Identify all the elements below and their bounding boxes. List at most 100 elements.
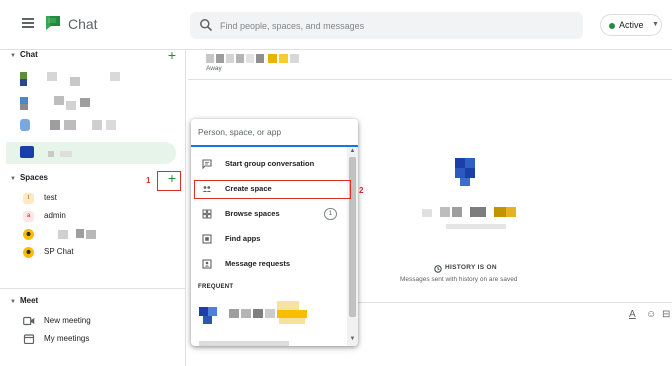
top-bar: Chat Active ▼ [0,0,672,50]
redacted-name [265,309,275,318]
history-status-label: HISTORY IS ON [445,264,497,271]
avatar [465,158,475,168]
browse-spaces-icon [202,209,212,219]
search-icon [200,19,213,32]
my-meetings-item[interactable]: My meetings [20,331,170,348]
space-item-redacted[interactable]: ☻ [20,226,170,243]
find-apps-label: Find apps [225,234,261,243]
space-item-admin[interactable]: a admin [20,208,170,225]
dm-item[interactable] [10,68,178,90]
redacted-name [279,318,305,324]
redacted-name [506,207,516,217]
history-status-description: Messages sent with history on are saved [400,276,518,283]
redacted-name [440,207,450,217]
frequent-section-label: FREQUENT [198,284,234,290]
redacted-name [246,54,254,63]
browse-spaces-label: Browse spaces [225,209,280,218]
gif-icon[interactable]: ⊟ [662,309,670,320]
emoji-icon[interactable]: ☺ [646,309,656,320]
sidebar: ▼ Chat + ▼ Spaces + t test a admin ☻ ☻ S… [0,48,185,366]
avatar [455,168,465,178]
app-title: Chat [68,16,98,32]
avatar [208,307,217,316]
meet-section-label: Meet [19,296,39,305]
redacted-name [86,230,96,239]
group-chat-icon [202,159,212,169]
main-menu-icon[interactable] [22,18,34,28]
avatar [20,119,30,131]
my-meetings-label: My meetings [44,334,90,343]
message-requests-item[interactable]: Message requests [191,253,347,275]
redacted-name [256,54,264,63]
space-name: test [44,193,57,202]
conversation-header: Away [188,50,672,80]
redacted-name [64,120,76,130]
popup-search-input[interactable] [191,119,358,147]
annotation-number-2: 2 [359,186,364,195]
redacted-name [80,98,90,107]
annotation-box-create-space [194,180,351,199]
start-chat-button[interactable]: + [165,48,179,63]
new-meeting-item[interactable]: New meeting [20,313,170,330]
history-icon [434,265,442,273]
meet-section-header[interactable]: ▼ Meet [10,296,38,310]
dm-item-selected[interactable] [6,142,176,164]
chat-section-header[interactable]: ▼ Chat [10,50,38,64]
scroll-up-icon[interactable]: ▲ [348,148,357,157]
redacted-name [206,54,214,63]
search-input[interactable] [220,16,570,35]
redacted-name [277,310,307,318]
redacted-name [58,230,68,239]
emoji-icon: ☻ [23,229,34,240]
emoji-icon: ☻ [23,247,34,258]
redacted-name [452,207,462,217]
redacted-name [241,309,251,318]
dm-item[interactable] [10,92,178,114]
redacted-name [279,54,288,63]
redacted-name [92,120,102,130]
redacted-name [229,309,239,318]
caret-down-icon: ▼ [10,299,16,305]
start-group-conversation-item[interactable]: Start group conversation [191,153,347,175]
scroll-down-icon[interactable]: ▼ [348,336,357,345]
avatar [20,79,27,86]
redacted-name [277,301,299,310]
avatar [20,72,27,79]
find-apps-item[interactable]: Find apps [191,228,347,250]
redacted-name [422,209,432,217]
redacted-name [48,151,54,157]
redacted-name [494,207,506,217]
search-bar[interactable] [190,12,583,39]
apps-icon [202,234,212,244]
redacted-name [268,54,277,63]
avatar [465,168,475,178]
away-status: Away [206,65,222,72]
status-label: Active [619,20,644,30]
format-text-icon[interactable]: A [629,309,636,320]
frequent-contact-item[interactable] [191,299,347,327]
avatar [455,158,465,168]
caret-down-icon: ▼ [10,176,16,182]
annotation-box-add-space [157,171,181,191]
redacted-text [199,341,289,346]
browse-spaces-item[interactable]: Browse spaces 1 [191,203,347,225]
caret-down-icon: ▼ [10,53,16,59]
redacted-name [290,54,299,63]
space-item-test[interactable]: t test [20,190,170,207]
avatar [20,104,28,110]
spaces-section-header[interactable]: ▼ Spaces [10,173,48,187]
redacted-name [106,120,116,130]
compose-bar: A ☺ ⊟ [356,302,672,328]
redacted-name [216,54,224,63]
sidebar-divider [185,50,186,366]
redacted-name [253,309,263,318]
status-selector[interactable]: Active ▼ [600,14,662,36]
redacted-name [226,54,234,63]
video-camera-icon [23,316,35,326]
avatar [460,178,470,186]
avatar [20,146,34,158]
space-avatar: t [23,193,34,204]
start-group-conversation-label: Start group conversation [225,159,315,168]
space-item-sp-chat[interactable]: ☻ SP Chat [20,244,170,261]
dm-item[interactable] [10,116,178,138]
